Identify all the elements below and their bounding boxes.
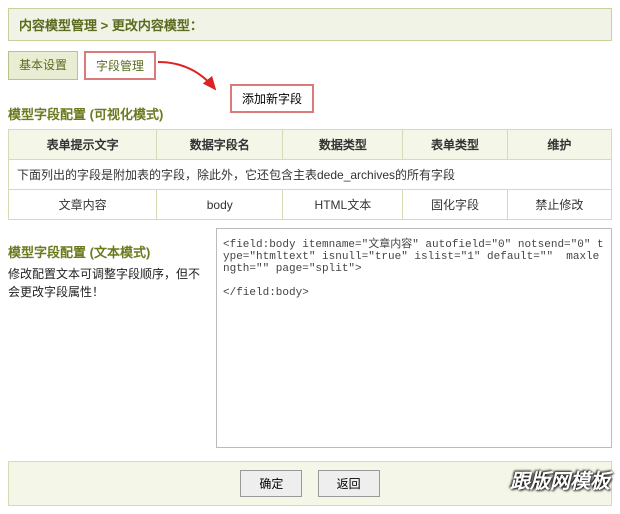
th-datatype: 数据类型: [283, 130, 403, 160]
th-maintain: 维护: [507, 130, 611, 160]
cell-formtype: 固化字段: [403, 190, 507, 220]
table-row: 文章内容 body HTML文本 固化字段 禁止修改: [9, 190, 612, 220]
th-fieldname: 数据字段名: [157, 130, 283, 160]
tabs: 基本设置 字段管理 添加新字段: [8, 51, 612, 80]
th-formtype: 表单类型: [403, 130, 507, 160]
watermark: 跟版网模板: [510, 465, 610, 494]
config-textarea[interactable]: [216, 228, 612, 448]
add-field-button[interactable]: 添加新字段: [230, 84, 314, 113]
tab-basic[interactable]: 基本设置: [8, 51, 78, 80]
cell-datatype: HTML文本: [283, 190, 403, 220]
fields-table: 表单提示文字 数据字段名 数据类型 表单类型 维护 下面列出的字段是附加表的字段…: [8, 129, 612, 220]
breadcrumb: 内容模型管理 > 更改内容模型：: [8, 8, 612, 41]
cell-maintain: 禁止修改: [507, 190, 611, 220]
tab-fields[interactable]: 字段管理: [84, 51, 156, 80]
th-prompt: 表单提示文字: [9, 130, 157, 160]
cell-fieldname: body: [157, 190, 283, 220]
table-note: 下面列出的字段是附加表的字段，除此外，它还包含主表dede_archives的所…: [9, 160, 612, 190]
text-mode-title: 模型字段配置 (文本模式): [8, 242, 208, 261]
text-mode-desc: 修改配置文本可调整字段顺序，但不会更改字段属性！: [8, 265, 208, 301]
back-button[interactable]: 返回: [318, 470, 380, 497]
ok-button[interactable]: 确定: [240, 470, 302, 497]
cell-prompt: 文章内容: [9, 190, 157, 220]
arrow-annotation: [153, 57, 223, 105]
